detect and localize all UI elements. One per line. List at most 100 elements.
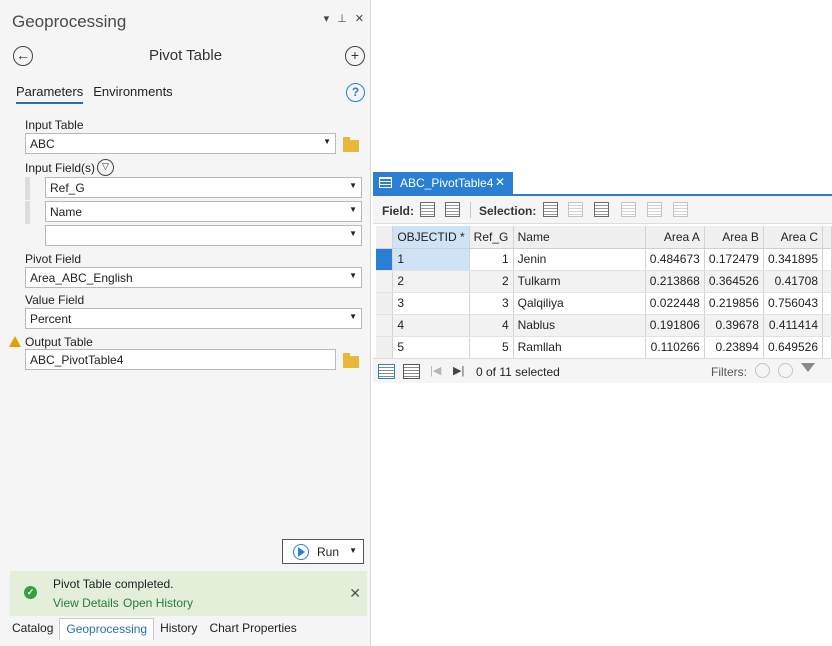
switch-selection-icon[interactable] (594, 202, 609, 217)
tab-chart-properties[interactable]: Chart Properties (203, 618, 302, 640)
table-row[interactable]: 2 2 Tulkarm 0.213868 0.364526 0.41708 (376, 270, 832, 293)
table-row[interactable]: 1 1 Jenin 0.484673 0.172479 0.341895 (376, 248, 832, 271)
open-history-link[interactable]: Open History (123, 596, 193, 610)
funnel-filter-icon[interactable] (801, 363, 815, 377)
table-cell[interactable]: 0.484673 (645, 248, 705, 271)
chevron-down-icon[interactable]: ▼ (349, 205, 357, 214)
table-row[interactable]: 3 3 Qalqiliya 0.022448 0.219856 0.756043 (376, 292, 832, 315)
clear-selection-icon[interactable] (621, 202, 636, 217)
tab-history[interactable]: History (154, 618, 203, 640)
table-cell[interactable]: 1 (469, 248, 514, 271)
table-cell[interactable]: 0.411414 (763, 314, 824, 337)
table-cell[interactable]: 1 (392, 248, 470, 271)
copy-selection-icon[interactable] (673, 202, 688, 217)
column-header[interactable]: Name (513, 226, 646, 249)
chevron-down-icon[interactable]: ▼ (349, 229, 357, 238)
table-cell[interactable]: 5 (469, 336, 514, 359)
time-filter-icon[interactable] (778, 363, 793, 378)
first-record-icon[interactable]: |◀ (430, 364, 441, 377)
input-table-field[interactable]: ABC ▼ (25, 133, 336, 154)
table-cell[interactable]: 0.172479 (704, 248, 764, 271)
input-field-row[interactable]: ▼ (45, 225, 362, 246)
delete-selection-icon[interactable] (647, 202, 662, 217)
table-cell[interactable]: 0.341895 (763, 248, 824, 271)
close-pane-icon[interactable]: ✕ (355, 12, 364, 25)
row-header[interactable] (376, 270, 394, 293)
view-details-link[interactable]: View Details (53, 596, 119, 610)
table-cell[interactable]: 0.110266 (645, 336, 705, 359)
browse-folder-icon[interactable] (343, 353, 359, 368)
table-cell[interactable]: 0.191806 (645, 314, 705, 337)
table-cell[interactable]: 4 (469, 314, 514, 337)
tab-parameters[interactable]: Parameters (16, 84, 84, 104)
row-header[interactable] (376, 292, 394, 315)
input-field-row[interactable]: Ref_G ▼ (45, 177, 362, 198)
column-header[interactable]: Area B (704, 226, 764, 249)
pivot-field-select[interactable]: Area_ABC_English ▼ (25, 267, 362, 288)
table-cell[interactable]: 2 (392, 270, 470, 293)
table-cell[interactable]: Tulkarm (513, 270, 646, 293)
chevron-down-icon[interactable]: ▼ (349, 271, 357, 280)
close-icon[interactable]: ✕ (349, 585, 361, 602)
input-field-row[interactable]: Name ▼ (45, 201, 362, 222)
table-cell[interactable]: 3 (392, 292, 470, 315)
column-header[interactable]: OBJECTID * (392, 226, 470, 249)
browse-folder-icon[interactable] (343, 137, 359, 152)
table-cell[interactable]: 0.756043 (763, 292, 824, 315)
table-cell[interactable]: 0.23894 (704, 336, 764, 359)
row-header[interactable] (376, 248, 394, 271)
table-cell[interactable]: Ramllah (513, 336, 646, 359)
table-cell[interactable]: 4 (392, 314, 470, 337)
table-cell[interactable]: 0.022448 (645, 292, 705, 315)
tab-environments[interactable]: Environments (93, 84, 172, 104)
help-icon[interactable]: ? (346, 83, 365, 102)
table-cell[interactable]: 0.213868 (645, 270, 705, 293)
row-header-corner[interactable] (376, 226, 394, 249)
pane-menu-icon[interactable]: ▾ (324, 12, 330, 25)
table-cell[interactable]: Qalqiliya (513, 292, 646, 315)
add-field-icon[interactable] (420, 202, 435, 217)
chevron-down-icon[interactable]: ▼ (349, 546, 357, 555)
extent-filter-icon[interactable] (755, 363, 770, 378)
table-cell-filler (822, 314, 832, 337)
chevron-down-icon[interactable]: ▼ (349, 312, 357, 321)
run-button[interactable]: Run ▼ (282, 539, 364, 564)
table-tab[interactable]: ABC_PivotTable4 ✕ (373, 172, 513, 194)
output-table-field[interactable]: ABC_PivotTable4 (25, 349, 336, 370)
table-row[interactable]: 4 4 Nablus 0.191806 0.39678 0.411414 (376, 314, 832, 337)
show-selected-records-icon[interactable] (403, 364, 420, 379)
column-header[interactable]: Area A (645, 226, 705, 249)
table-row[interactable]: 5 5 Ramllah 0.110266 0.23894 0.649526 (376, 336, 832, 359)
chevron-down-icon[interactable]: ▼ (349, 181, 357, 190)
table-cell[interactable]: 0.649526 (763, 336, 824, 359)
table-cell[interactable]: 3 (469, 292, 514, 315)
reorder-handle[interactable] (25, 177, 30, 200)
calculate-field-icon[interactable] (445, 202, 460, 217)
table-cell[interactable]: 0.41708 (763, 270, 824, 293)
table-cell[interactable]: Jenin (513, 248, 646, 271)
table-cell[interactable]: 0.219856 (704, 292, 764, 315)
show-all-records-icon[interactable] (378, 364, 395, 379)
tab-catalog[interactable]: Catalog (6, 618, 59, 640)
tab-geoprocessing[interactable]: Geoprocessing (59, 618, 155, 640)
close-tab-icon[interactable]: ✕ (495, 175, 505, 189)
reorder-handle[interactable] (25, 201, 30, 224)
expand-chevron-icon[interactable]: ▽ (97, 159, 114, 176)
chevron-down-icon[interactable]: ▼ (323, 137, 331, 146)
table-cell[interactable]: 5 (392, 336, 470, 359)
column-header[interactable]: Area C (763, 226, 824, 249)
zoom-to-selection-icon[interactable] (568, 202, 583, 217)
column-header[interactable]: Ref_G (469, 226, 514, 249)
add-tool-icon[interactable]: + (345, 46, 365, 66)
row-header[interactable] (376, 314, 394, 337)
table-cell[interactable]: Nablus (513, 314, 646, 337)
last-record-icon[interactable]: ▶| (453, 364, 464, 377)
value-field-select[interactable]: Percent ▼ (25, 308, 362, 329)
table-cell[interactable]: 2 (469, 270, 514, 293)
pane-controls: ▾ ⊥ ✕ (324, 12, 364, 25)
pin-icon[interactable]: ⊥ (337, 12, 347, 25)
row-header[interactable] (376, 336, 394, 359)
table-cell[interactable]: 0.364526 (704, 270, 764, 293)
select-by-attributes-icon[interactable] (543, 202, 558, 217)
table-cell[interactable]: 0.39678 (704, 314, 764, 337)
